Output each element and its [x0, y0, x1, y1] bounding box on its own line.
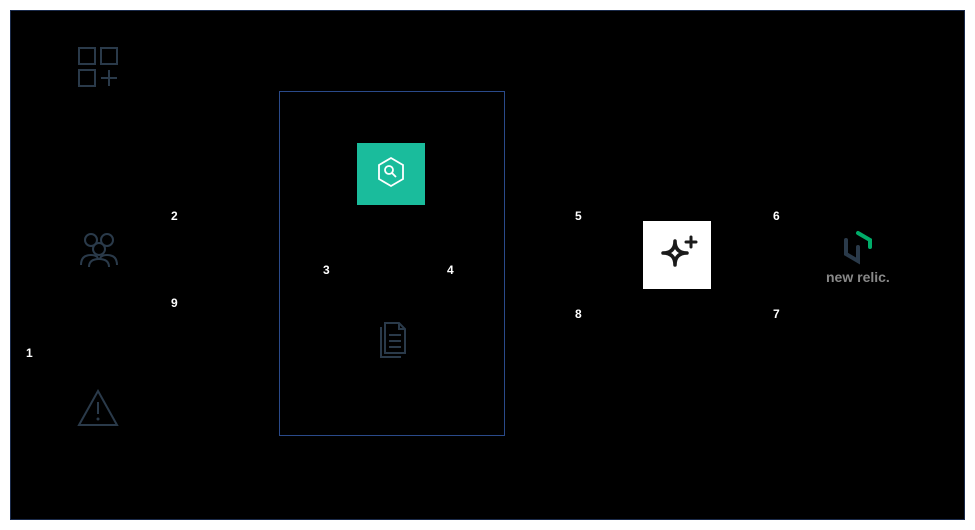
documents-icon: [375, 317, 411, 364]
label-9: 9: [171, 296, 178, 310]
grid-plus-icon: [77, 46, 119, 93]
label-8: 8: [575, 307, 582, 321]
sparkle-icon: [643, 221, 711, 289]
newrelic-text: new relic.: [826, 269, 890, 285]
label-2: 2: [171, 209, 178, 223]
label-6: 6: [773, 209, 780, 223]
users-icon: [77, 229, 121, 272]
warning-icon: [77, 389, 119, 432]
newrelic-hexagon-icon: [840, 229, 876, 265]
hexagon-search-icon: [357, 143, 425, 205]
newrelic-logo: new relic.: [826, 229, 890, 285]
diagram-canvas: new relic. 1 2 3 4 5 6 7 8 9: [10, 10, 965, 520]
label-5: 5: [575, 209, 582, 223]
label-4: 4: [447, 263, 454, 277]
label-7: 7: [773, 307, 780, 321]
label-3: 3: [323, 263, 330, 277]
label-1: 1: [26, 346, 33, 360]
